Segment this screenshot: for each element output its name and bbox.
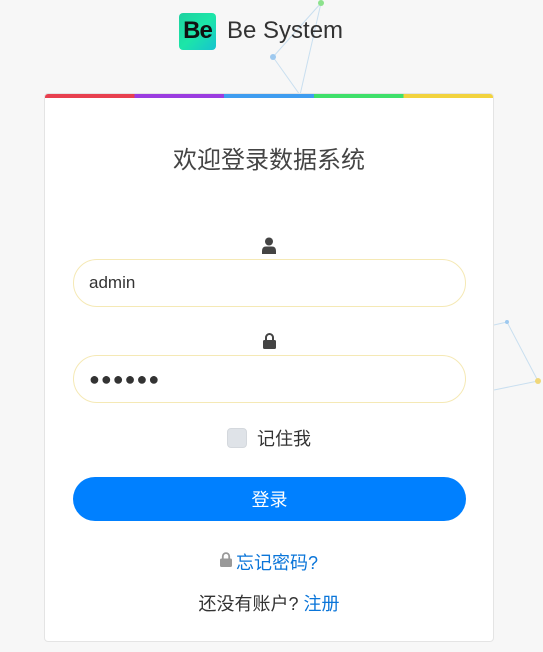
username-input[interactable]: admin bbox=[73, 259, 466, 307]
remember-label: 记住我 bbox=[257, 429, 311, 449]
remember-checkbox[interactable] bbox=[227, 428, 247, 448]
user-icon bbox=[45, 237, 493, 254]
login-card: 欢迎登录数据系统 admin ●●●●●● 记住我 登录 忘记密码? 还没有账户… bbox=[44, 93, 494, 642]
register-row: 还没有账户? 注册 bbox=[45, 590, 493, 616]
lock-icon bbox=[45, 333, 493, 349]
register-link[interactable]: 注册 bbox=[304, 590, 340, 616]
brand-name: Be System bbox=[227, 17, 344, 44]
brand-logo: Be bbox=[179, 12, 216, 50]
card-color-stripe bbox=[45, 94, 493, 98]
brand-header: Be Be System bbox=[179, 12, 343, 50]
forgot-password-link[interactable]: 忘记密码? bbox=[236, 549, 318, 575]
login-button[interactable]: 登录 bbox=[73, 477, 466, 521]
login-title: 欢迎登录数据系统 bbox=[173, 147, 365, 174]
password-input[interactable]: ●●●●●● bbox=[73, 355, 466, 403]
remember-me[interactable]: 记住我 bbox=[45, 425, 493, 451]
forgot-password[interactable]: 忘记密码? bbox=[45, 549, 493, 575]
lock-icon bbox=[219, 552, 232, 572]
register-prompt: 还没有账户? bbox=[198, 594, 299, 614]
